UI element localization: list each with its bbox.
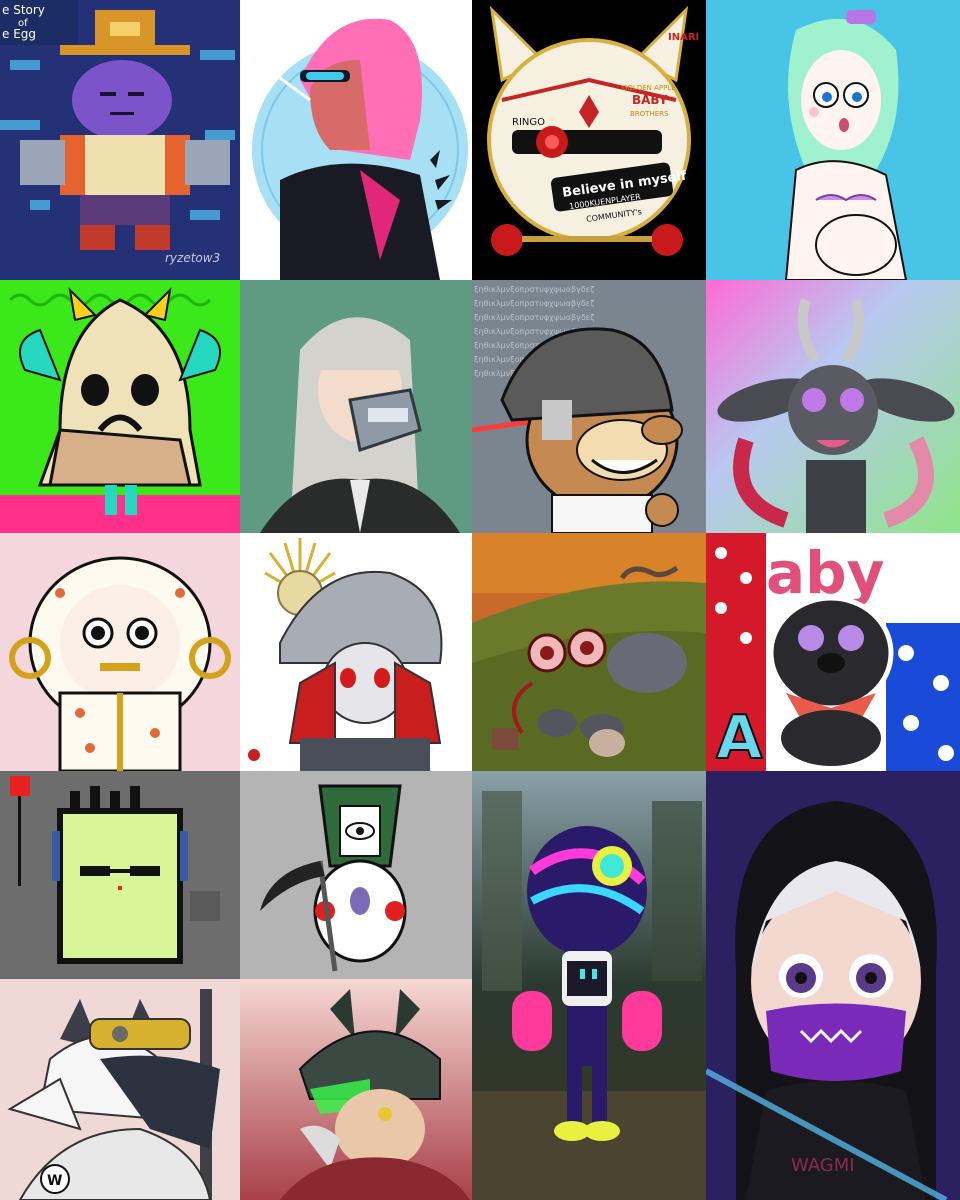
tile-3d-robot-park (472, 771, 706, 1200)
tile-pink-hair-girl (240, 0, 472, 280)
tile-sweets-bunny (0, 533, 240, 771)
horned-creature-art (706, 280, 960, 533)
stitched-ghost-art (0, 280, 240, 533)
bucket-reaper-art (240, 771, 472, 979)
tile-samurai-cat (240, 533, 472, 771)
greek-pattern-row-1: ξηθικλμνξοπρστυφχψωαβγδεζ (474, 285, 594, 294)
sweets-bunny-art (0, 533, 240, 771)
mermaid-girl-art (706, 0, 960, 280)
wolf-warrior-art: W (0, 979, 240, 1200)
beanie-monkey-art: ξηθικλμνξοπρστυφχψωαβγδεζ ξηθικλμνξοπρστ… (472, 280, 706, 533)
tile-horned-creature (706, 280, 960, 533)
tile-cyber-cat (240, 979, 472, 1200)
inari-fox-art: Believe in myself 1000KUENPLAYER COMMUNI… (472, 0, 706, 280)
tile-3-golden-text: GOLDEN APPLE (622, 84, 676, 92)
tile-mermaid-girl (706, 0, 960, 280)
tile-masked-silver-hair (240, 280, 472, 533)
tile-pixel-blob (0, 771, 240, 979)
samurai-cat-art (240, 533, 472, 771)
tile-3-baby-text: BABY (632, 93, 668, 107)
tile-1-title-line-1: e Story (2, 3, 45, 17)
hooded-girl-art: WAGMI (706, 771, 960, 1200)
nft-collage-grid: e Story of e Egg ryzetow3 Believe in mys… (0, 0, 960, 1200)
baby-pug-art: aby A (706, 533, 960, 771)
greek-pattern-row-3: ξηθικλμνξοπρστυφχψωαβγδεζ (474, 313, 594, 322)
tile-baby-pug: aby A (706, 533, 960, 771)
tile-1-title-line-3: e Egg (2, 27, 36, 41)
tile-eyeball-creature (472, 533, 706, 771)
pink-hair-girl-art (240, 0, 472, 280)
pixel-egg-warrior-art: e Story of e Egg ryzetow3 (0, 0, 240, 280)
tile-12-word-bottom: A (716, 703, 763, 771)
3d-robot-park-art (472, 771, 706, 1200)
tile-wolf-warrior: W (0, 979, 240, 1200)
tile-3-ringo-text: RINGO (512, 117, 545, 128)
tile-inari-fox: Believe in myself 1000KUENPLAYER COMMUNI… (472, 0, 706, 280)
tile-beanie-monkey: ξηθικλμνξοπρστυφχψωαβγδεζ ξηθικλμνξοπρστ… (472, 280, 706, 533)
masked-silver-hair-art (240, 280, 472, 533)
greek-pattern-row-2: ξηθικλμνξοπρστυφχψωαβγδεζ (474, 299, 594, 308)
tile-bucket-reaper (240, 771, 472, 979)
tile-1-signature: ryzetow3 (165, 251, 220, 265)
pixel-blob-art (0, 771, 240, 979)
tile-3-brothers-text: BROTHERS (630, 110, 669, 118)
eyeball-creature-art (472, 533, 706, 771)
tile-hooded-girl: WAGMI (706, 771, 960, 1200)
tile-stitched-ghost (0, 280, 240, 533)
tile-3-inari-text: INARI (668, 32, 699, 43)
cyber-cat-art (240, 979, 472, 1200)
tile-17-badge: W (47, 1173, 62, 1189)
tile-pixel-egg-warrior: e Story of e Egg ryzetow3 (0, 0, 240, 280)
tile-16-badge: WAGMI (791, 1155, 855, 1176)
